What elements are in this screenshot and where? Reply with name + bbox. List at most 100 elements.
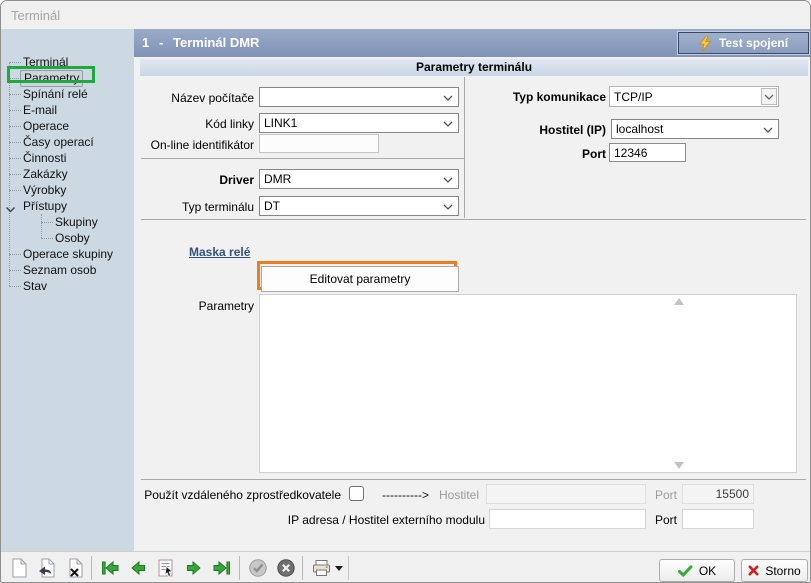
sidebar-item-pristupy[interactable]: Přístupy xyxy=(1,198,134,214)
host-ip-combobox[interactable]: localhost xyxy=(611,119,779,139)
sidebar-item-osoby[interactable]: Osoby xyxy=(1,230,134,246)
cancel-icon xyxy=(276,558,296,578)
chevron-down-icon[interactable] xyxy=(761,88,777,105)
scroll-down-icon[interactable] xyxy=(674,462,684,469)
external-module-port-label: Port xyxy=(650,513,677,527)
first-record-icon xyxy=(100,558,120,578)
sidebar-item-operace[interactable]: Operace xyxy=(1,118,134,134)
test-connection-label: Test spojení xyxy=(719,36,788,50)
record-header-bar: 1 - Terminál DMR Test spojení xyxy=(134,29,811,57)
annotation-green-box xyxy=(7,66,95,83)
storno-button-label: Storno xyxy=(765,564,800,578)
sidebar-navigation: Terminál Parametry Spínání relé E-mail O… xyxy=(1,29,134,551)
previous-record-button[interactable] xyxy=(126,557,150,579)
line-code-label: Kód linky xyxy=(134,117,254,131)
port-label: Port xyxy=(486,147,606,161)
sidebar-item-operace-skupiny[interactable]: Operace skupiny xyxy=(1,246,134,262)
bottom-toolbar-strip: OK Storno xyxy=(1,551,811,583)
revert-record-icon xyxy=(38,558,56,578)
communication-type-combobox[interactable]: TCP/IP xyxy=(609,86,779,107)
group-divider xyxy=(141,219,806,220)
title-bar: Terminál xyxy=(1,1,811,29)
computer-name-combobox[interactable] xyxy=(259,87,459,107)
sidebar-item-skupiny[interactable]: Skupiny xyxy=(1,214,134,230)
remote-host-input xyxy=(486,484,646,504)
chevron-down-icon xyxy=(443,90,453,104)
use-remote-broker-label: Použít vzdáleného zprostředkovatele xyxy=(134,488,341,502)
parameters-textarea[interactable] xyxy=(259,294,797,473)
ok-check-icon xyxy=(678,565,693,577)
external-module-port-input[interactable] xyxy=(682,509,754,529)
toolbar-separator xyxy=(91,556,92,580)
new-record-icon xyxy=(10,558,28,578)
print-button[interactable] xyxy=(309,557,333,579)
new-record-button[interactable] xyxy=(7,557,31,579)
sidebar-tree: Terminál Parametry Spínání relé E-mail O… xyxy=(1,54,134,294)
bottom-group-divider xyxy=(141,479,806,480)
toolbar-separator xyxy=(239,556,240,580)
ok-button[interactable]: OK xyxy=(659,559,735,582)
scroll-up-icon[interactable] xyxy=(674,298,684,305)
browse-records-button[interactable] xyxy=(154,557,178,579)
delete-record-button[interactable] xyxy=(63,557,87,579)
sidebar-item-zakazky[interactable]: Zakázky xyxy=(1,166,134,182)
parameters-label: Parametry xyxy=(134,299,254,313)
main-panel: 1 - Terminál DMR Test spojení Parametry … xyxy=(134,29,811,551)
chevron-down-icon xyxy=(443,172,453,186)
next-record-button[interactable] xyxy=(182,557,206,579)
sidebar-item-cinnosti[interactable]: Činnosti xyxy=(1,150,134,166)
online-identifier-input[interactable] xyxy=(259,134,379,153)
terminal-dialog-window: Terminál Terminál Parametry Spínání relé… xyxy=(0,0,811,583)
section-title-bar: Parametry terminálu xyxy=(140,59,808,76)
terminal-type-label: Typ terminálu xyxy=(134,200,254,214)
use-remote-broker-checkbox[interactable] xyxy=(349,486,364,501)
external-module-host-input[interactable] xyxy=(489,509,646,529)
last-record-button[interactable] xyxy=(210,557,234,579)
port-input[interactable] xyxy=(609,143,686,162)
toolbar-separator xyxy=(302,556,303,580)
chevron-down-icon xyxy=(763,122,773,136)
line-code-combobox[interactable]: LINK1 xyxy=(259,113,459,133)
driver-label: Driver xyxy=(134,173,254,187)
remote-host-label: Hostitel xyxy=(434,488,479,502)
next-record-icon xyxy=(184,558,204,578)
host-ip-label: Hostitel (IP) xyxy=(486,123,606,137)
record-dash: - xyxy=(159,35,163,50)
print-menu-caret-icon[interactable] xyxy=(335,566,343,571)
last-record-icon xyxy=(212,558,232,578)
chevron-down-icon xyxy=(443,116,453,130)
section-title: Parametry terminálu xyxy=(416,60,532,74)
edit-parameters-button[interactable]: Editovat parametry xyxy=(261,266,459,292)
revert-record-button[interactable] xyxy=(35,557,59,579)
record-title: Terminál DMR xyxy=(173,35,259,50)
storno-button[interactable]: Storno xyxy=(741,559,808,582)
record-number: 1 xyxy=(142,35,149,50)
lightning-bolt-icon xyxy=(699,36,711,51)
column-divider xyxy=(464,77,465,218)
arrow-text: ----------> xyxy=(382,488,429,502)
sidebar-item-spinani-rele[interactable]: Spínání relé xyxy=(1,86,134,102)
relay-mask-link[interactable]: Maska relé xyxy=(189,245,250,259)
previous-record-icon xyxy=(128,558,148,578)
sidebar-item-stav[interactable]: Stav xyxy=(1,278,134,294)
print-icon xyxy=(311,558,332,578)
test-connection-button[interactable]: Test spojení xyxy=(678,32,809,54)
sidebar-item-vyrobky[interactable]: Výrobky xyxy=(1,182,134,198)
communication-type-label: Typ komunikace xyxy=(486,90,606,104)
ok-button-label: OK xyxy=(699,564,716,578)
driver-combobox[interactable]: DMR xyxy=(259,169,459,189)
sidebar-item-casy-operaci[interactable]: Časy operací xyxy=(1,134,134,150)
computer-name-label: Název počítače xyxy=(134,91,254,105)
remote-port-input xyxy=(682,484,754,504)
accept-button[interactable] xyxy=(246,557,270,579)
delete-record-icon xyxy=(66,558,84,578)
sidebar-item-email[interactable]: E-mail xyxy=(1,102,134,118)
sidebar-item-seznam-osob[interactable]: Seznam osob xyxy=(1,262,134,278)
left-group-divider xyxy=(141,158,464,159)
first-record-button[interactable] xyxy=(98,557,122,579)
cancel-button[interactable] xyxy=(274,557,298,579)
terminal-type-combobox[interactable]: DT xyxy=(259,196,459,216)
external-module-host-label: IP adresa / Hostitel externího modulu xyxy=(254,513,485,527)
window-title: Terminál xyxy=(11,8,60,23)
remote-port-label: Port xyxy=(650,488,677,502)
